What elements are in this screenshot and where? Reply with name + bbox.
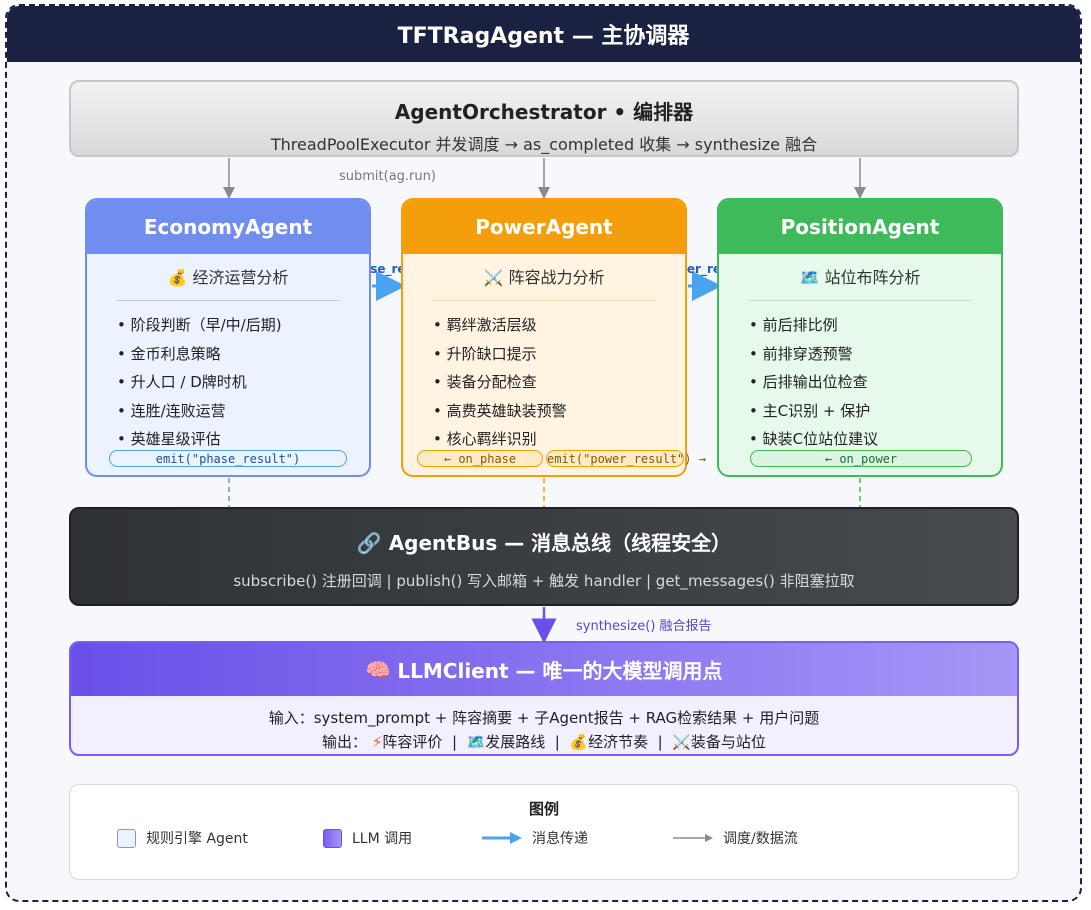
economy-agent-card: EconomyAgent 💰 经济运营分析 • 阶段判断（早/中/后期) • 金… <box>85 198 371 477</box>
money-bag-icon: 💰 <box>569 733 589 751</box>
list-item: • 高费英雄缺装预警 <box>433 401 567 420</box>
economy-agent-subtitle: 经济运营分析 <box>192 268 289 287</box>
legend-item-rule-agent: 规则引擎 Agent <box>117 828 248 848</box>
link-icon: 🔗 <box>356 531 382 555</box>
map-icon: 🗺️ <box>466 733 486 751</box>
lightning-icon: ⚡ <box>371 733 383 751</box>
on-power-pill: ← on_power <box>750 450 972 467</box>
synthesize-label: synthesize() 融合报告 <box>576 619 712 634</box>
list-item: • 升阶缺口提示 <box>433 344 537 363</box>
llm-client-box: 🧠 LLMClient — 唯一的大模型调用点 输入：system_prompt… <box>69 641 1019 756</box>
position-agent-card: PositionAgent 🗺️ 站位布阵分析 • 前后排比例 • 前排穿透预警… <box>717 198 1003 477</box>
legend: 图例 规则引擎 Agent LLM 调用 消息传递 调度/数据流 <box>69 784 1019 880</box>
list-item: • 装备分配检查 <box>433 373 537 391</box>
list-item: • 后排输出位检查 <box>749 373 868 391</box>
crossed-swords-icon: ⚔️ <box>672 733 691 751</box>
llm-title: LLMClient — 唯一的大模型调用点 <box>397 659 723 683</box>
bus-title: AgentBus — 消息总线（线程安全） <box>388 531 732 555</box>
list-item: • 前排穿透预警 <box>749 344 853 363</box>
emit-phase-result-pill: emit("phase_result") <box>109 450 347 467</box>
power-agent-card: PowerAgent ⚔️ 阵容战力分析 • 羁绊激活层级 • 升阶缺口提示 •… <box>401 198 687 477</box>
list-item: • 连胜/连败运营 <box>117 401 226 420</box>
list-item: • 升人口 / D牌时机 <box>117 373 247 391</box>
economy-agent-title: EconomyAgent <box>87 200 369 254</box>
list-item: • 羁绊激活层级 <box>433 316 537 334</box>
purple-square-icon <box>323 828 342 848</box>
list-item: • 金币利息策略 <box>117 344 221 363</box>
money-bag-icon: 💰 <box>167 268 188 287</box>
legend-item-message: 消息传递 <box>480 828 588 848</box>
on-phase-pill: ← on_phase <box>417 450 543 467</box>
power-agent-title: PowerAgent <box>403 200 685 254</box>
brain-icon: 🧠 <box>365 657 391 682</box>
list-item: • 前后排比例 <box>749 316 838 334</box>
map-icon: 🗺️ <box>799 268 820 287</box>
agent-bus-box: 🔗 AgentBus — 消息总线（线程安全） subscribe() 注册回调… <box>69 507 1019 606</box>
legend-item-dataflow: 调度/数据流 <box>671 828 798 848</box>
llm-input-line: 输入：system_prompt + 阵容摘要 + 子Agent报告 + RAG… <box>268 709 820 727</box>
list-item: • 阶段判断（早/中/后期) <box>117 316 282 334</box>
divider <box>433 300 655 301</box>
blue-arrow-icon <box>482 832 522 844</box>
crossed-swords-icon: ⚔️ <box>483 268 504 287</box>
bus-subtitle: subscribe() 注册回调 | publish() 写入邮箱 + 触发 h… <box>233 572 855 590</box>
gray-arrow-icon <box>673 834 713 842</box>
emit-power-result-pill: emit("power_result") → <box>546 450 706 467</box>
divider <box>117 300 339 301</box>
legend-title: 图例 <box>528 800 559 818</box>
legend-item-llm: LLM 调用 <box>323 828 412 848</box>
llm-output-line: 输出： ⚡阵容评价 | 🗺️发展路线 | 💰经济节奏 | ⚔️装备与站位 <box>322 733 766 751</box>
submit-label: submit(ag.run) <box>339 169 436 184</box>
list-item: • 主C识别 + 保护 <box>749 401 871 420</box>
position-agent-title: PositionAgent <box>719 200 1001 254</box>
power-agent-subtitle: 阵容战力分析 <box>508 268 605 287</box>
divider <box>749 300 971 301</box>
light-blue-square-icon <box>117 828 136 848</box>
position-agent-subtitle: 站位布阵分析 <box>824 268 921 287</box>
